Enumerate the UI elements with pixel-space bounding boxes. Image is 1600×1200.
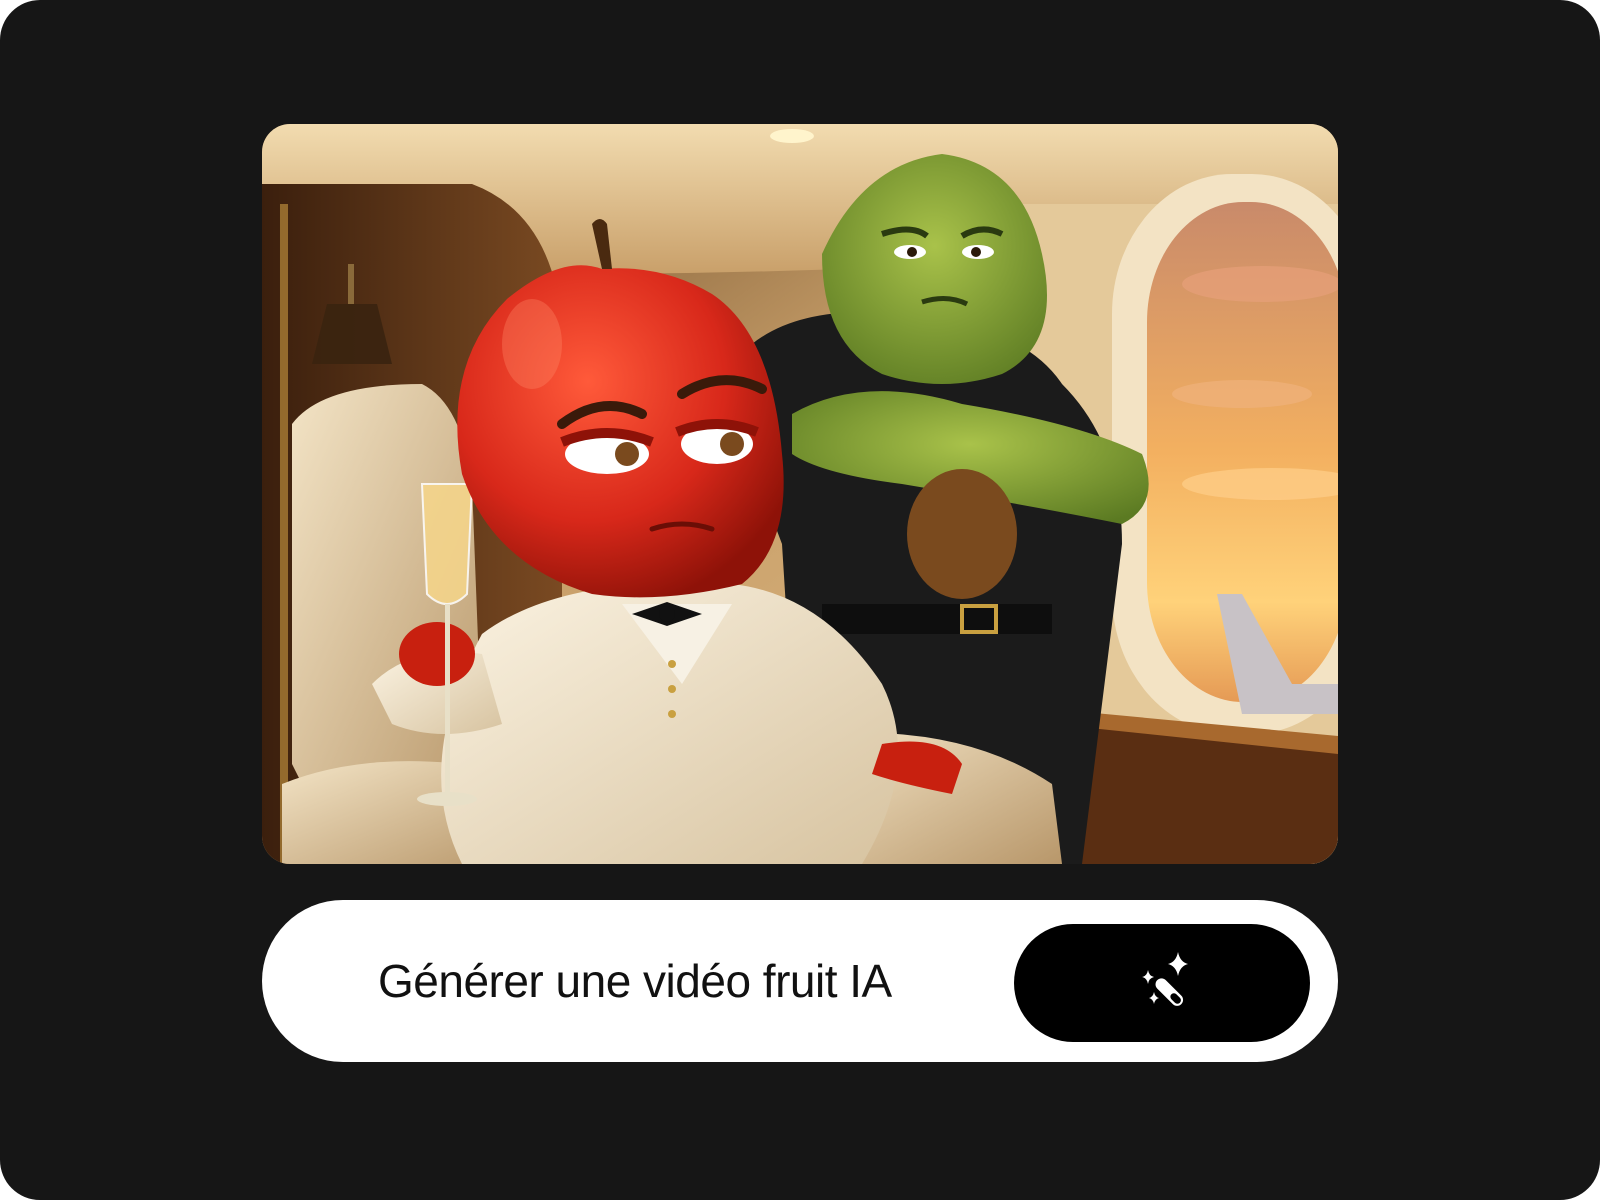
promo-card: Générer une vidéo fruit IA bbox=[0, 0, 1600, 1200]
generated-video-preview[interactable] bbox=[262, 124, 1338, 864]
prompt-label: Générer une vidéo fruit IA bbox=[378, 955, 892, 1007]
generate-button[interactable] bbox=[1014, 924, 1310, 1042]
fruit-scene-illustration bbox=[262, 124, 1338, 864]
magic-wand-sparkles-icon bbox=[1142, 952, 1188, 1006]
prompt-bar: Générer une vidéo fruit IA bbox=[262, 900, 1338, 1062]
